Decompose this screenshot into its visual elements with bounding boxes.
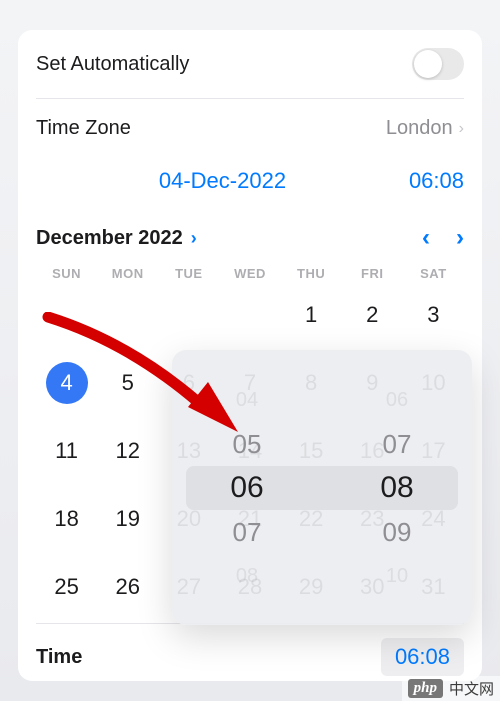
month-arrows: ‹ › bbox=[422, 224, 464, 252]
minute-option[interactable]: 06 bbox=[386, 378, 408, 422]
weekday: TUE bbox=[158, 266, 219, 281]
weekday: THU bbox=[281, 266, 342, 281]
minute-option[interactable]: 07 bbox=[383, 422, 412, 466]
calendar-day[interactable]: 26 bbox=[97, 561, 158, 613]
set-automatically-toggle[interactable] bbox=[412, 48, 464, 80]
hour-option[interactable]: 05 bbox=[233, 422, 262, 466]
weekday: WED bbox=[219, 266, 280, 281]
hour-option[interactable]: 08 bbox=[236, 554, 258, 598]
calendar-day[interactable]: 25 bbox=[36, 561, 97, 613]
hour-option[interactable]: 07 bbox=[233, 510, 262, 554]
set-automatically-label: Set Automatically bbox=[36, 53, 189, 76]
display-date[interactable]: 04-Dec-2022 bbox=[36, 168, 409, 194]
hour-wheel[interactable]: 04 05 06 07 08 bbox=[172, 350, 322, 625]
weekday: MON bbox=[97, 266, 158, 281]
calendar-day[interactable]: 3 bbox=[403, 289, 464, 341]
set-automatically-row: Set Automatically bbox=[18, 30, 482, 98]
calendar-day[interactable]: 5 bbox=[97, 357, 158, 409]
time-zone-value-wrap: London › bbox=[386, 117, 464, 140]
minute-option[interactable]: 10 bbox=[386, 554, 408, 598]
hour-selected[interactable]: 06 bbox=[230, 466, 263, 510]
month-navigation: December 2022 › ‹ › bbox=[18, 210, 482, 260]
calendar-day-selected[interactable]: 4 bbox=[46, 362, 88, 404]
display-time[interactable]: 06:08 bbox=[409, 168, 464, 194]
minute-selected[interactable]: 08 bbox=[380, 466, 413, 510]
calendar-day bbox=[219, 289, 280, 341]
calendar-day[interactable]: 11 bbox=[36, 425, 97, 477]
chevron-right-icon: › bbox=[459, 120, 464, 138]
calendar-day[interactable]: 19 bbox=[97, 493, 158, 545]
time-zone-value: London bbox=[386, 117, 453, 140]
weekday: SAT bbox=[403, 266, 464, 281]
weekday: SUN bbox=[36, 266, 97, 281]
weekday: FRI bbox=[342, 266, 403, 281]
calendar-day bbox=[97, 289, 158, 341]
time-zone-label: Time Zone bbox=[36, 117, 131, 140]
minute-wheel[interactable]: 06 07 08 09 10 bbox=[322, 350, 472, 625]
month-expand-icon: › bbox=[191, 228, 197, 249]
calendar-day[interactable]: 4 bbox=[36, 357, 97, 409]
time-value-button[interactable]: 06:08 bbox=[381, 638, 464, 676]
calendar-day bbox=[158, 289, 219, 341]
time-label: Time bbox=[36, 646, 82, 669]
toggle-knob bbox=[414, 50, 442, 78]
calendar-day[interactable]: 12 bbox=[97, 425, 158, 477]
time-zone-row[interactable]: Time Zone London › bbox=[36, 98, 464, 158]
calendar-day[interactable]: 1 bbox=[281, 289, 342, 341]
watermark-text: 中文网 bbox=[449, 678, 494, 699]
month-year-label: December 2022 bbox=[36, 227, 183, 250]
weekday-header: SUN MON TUE WED THU FRI SAT bbox=[18, 260, 482, 289]
watermark-logo: php bbox=[408, 679, 443, 698]
minute-option[interactable]: 09 bbox=[383, 510, 412, 554]
next-month-button[interactable]: › bbox=[456, 224, 464, 252]
calendar-day[interactable]: 2 bbox=[342, 289, 403, 341]
hour-option[interactable]: 04 bbox=[236, 378, 258, 422]
calendar-day bbox=[36, 289, 97, 341]
prev-month-button[interactable]: ‹ bbox=[422, 224, 430, 252]
date-time-display: 04-Dec-2022 06:08 bbox=[18, 158, 482, 210]
watermark: php 中文网 bbox=[402, 676, 500, 701]
calendar-day[interactable]: 18 bbox=[36, 493, 97, 545]
time-picker-overlay[interactable]: 04 05 06 07 08 06 07 08 09 10 bbox=[172, 350, 472, 625]
month-year-button[interactable]: December 2022 › bbox=[36, 227, 197, 250]
time-row: Time 06:08 bbox=[36, 623, 464, 676]
